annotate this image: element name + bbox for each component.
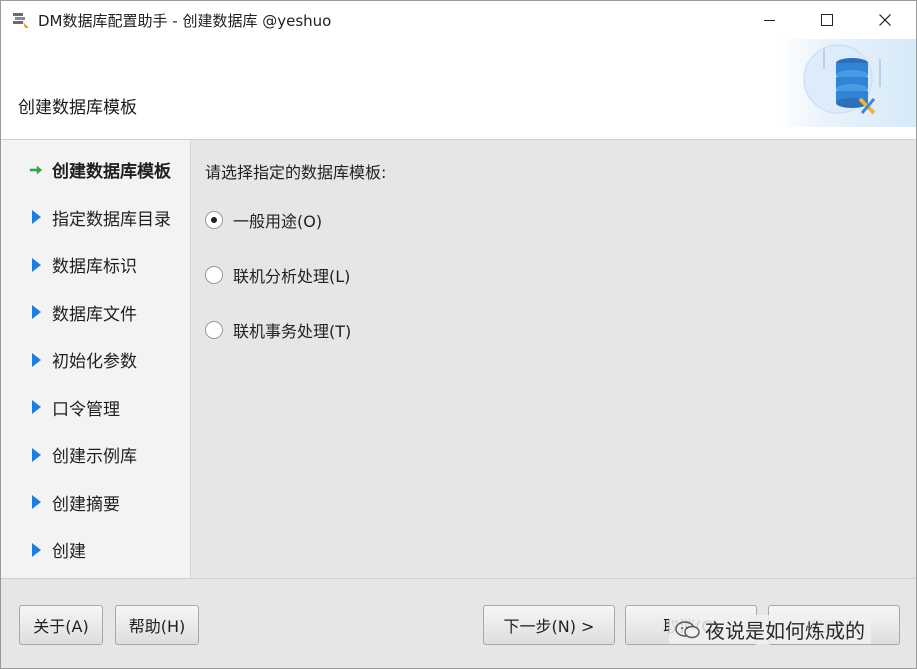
wizard-header: 创建数据库模板: [1, 39, 916, 140]
radio-label: 联机事务处理(T): [233, 322, 352, 341]
blue-triangle-icon: [29, 257, 43, 273]
green-arrow-icon: [29, 162, 43, 178]
nav-step-4[interactable]: 数据库文件: [1, 289, 190, 337]
database-tools-icon: [803, 44, 881, 115]
blue-triangle-icon: [29, 494, 43, 510]
nav-step-3[interactable]: 数据库标识: [1, 241, 190, 289]
nav-step-label: 数据库文件: [52, 304, 137, 325]
radio-button[interactable]: [205, 321, 223, 339]
blue-triangle-icon: [29, 304, 43, 320]
header-banner-art: [776, 39, 916, 127]
blue-triangle-icon: [29, 352, 43, 368]
close-icon: [879, 14, 891, 26]
radio-label: 联机分析处理(L): [233, 267, 351, 286]
minimize-icon: [763, 19, 775, 21]
nav-step-label: 创建数据库模板: [52, 162, 171, 183]
nav-step-1[interactable]: 创建数据库模板: [1, 146, 190, 194]
nav-step-label: 口令管理: [52, 399, 120, 420]
radio-selected-dot: [211, 217, 217, 223]
nav-step-label: 创建示例库: [52, 447, 137, 468]
radio-button[interactable]: [205, 266, 223, 284]
radio-button[interactable]: [205, 211, 223, 229]
next-button[interactable]: 下一步(N) >: [483, 605, 615, 645]
blue-triangle-icon: [29, 209, 43, 225]
watermark-text: 夜说是如何炼成的: [705, 619, 865, 643]
nav-step-label: 指定数据库目录: [52, 209, 171, 230]
window-title: DM数据库配置助手 - 创建数据库 @yeshuo: [38, 12, 332, 30]
blue-triangle-icon: [29, 447, 43, 463]
maximize-icon: [821, 14, 833, 26]
page-title: 创建数据库模板: [18, 98, 137, 118]
nav-step-7[interactable]: 创建示例库: [1, 431, 190, 479]
radio-general-purpose[interactable]: 一般用途(O): [205, 208, 322, 232]
app-icon: [12, 11, 30, 29]
minimize-button[interactable]: [740, 1, 798, 39]
dm-config-window: DM数据库配置助手 - 创建数据库 @yeshuo 创建数据库模板 创建数据库模…: [0, 0, 917, 669]
template-selection-panel: 请选择指定的数据库模板: 一般用途(O) 联机分析处理(L) 联机事务处理(T): [191, 140, 916, 578]
nav-step-8[interactable]: 创建摘要: [1, 479, 190, 527]
radio-label: 一般用途(O): [233, 212, 323, 231]
watermark-overlay: 夜说是如何炼成的: [669, 615, 871, 644]
radio-olap[interactable]: 联机分析处理(L): [205, 263, 350, 287]
wizard-steps-nav: 创建数据库模板 指定数据库目录 数据库标识数据库文件初始化参数口令管理创建示例库创建…: [1, 140, 191, 578]
blue-triangle-icon: [29, 399, 43, 415]
nav-step-label: 数据库标识: [52, 257, 137, 278]
radio-oltp[interactable]: 联机事务处理(T): [205, 318, 351, 342]
maximize-button[interactable]: [798, 1, 856, 39]
nav-step-5[interactable]: 初始化参数: [1, 336, 190, 384]
nav-step-label: 创建摘要: [52, 494, 120, 515]
nav-step-label: 初始化参数: [52, 352, 137, 373]
nav-step-label: 创建: [52, 542, 86, 563]
help-button[interactable]: 帮助(H): [115, 605, 199, 645]
close-button[interactable]: [856, 1, 914, 39]
about-button[interactable]: 关于(A): [19, 605, 103, 645]
nav-step-2[interactable]: 指定数据库目录: [1, 194, 190, 242]
nav-step-9[interactable]: 创建: [1, 526, 190, 574]
nav-step-6[interactable]: 口令管理: [1, 384, 190, 432]
wechat-icon: [675, 620, 700, 638]
blue-triangle-icon: [29, 542, 43, 558]
title-bar: DM数据库配置助手 - 创建数据库 @yeshuo: [1, 1, 916, 39]
wizard-footer: 关于(A) 帮助(H) 下一步(N) > 取消(C) 完成(F) 夜说是如何炼成…: [1, 578, 916, 668]
template-prompt: 请选择指定的数据库模板:: [205, 163, 387, 182]
